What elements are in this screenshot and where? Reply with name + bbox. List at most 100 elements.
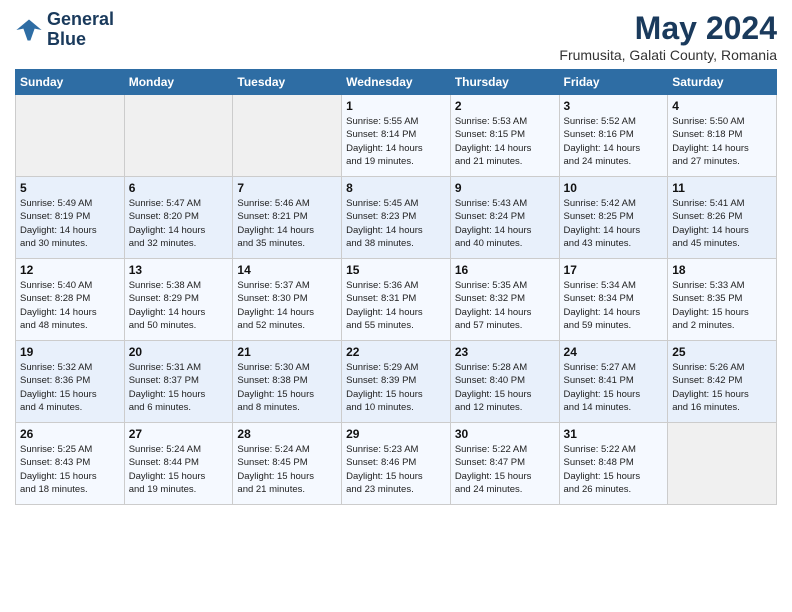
calendar-cell: 19 Sunrise: 5:32 AM Sunset: 8:36 PM Dayli… bbox=[16, 341, 125, 423]
day-number: 26 bbox=[20, 427, 120, 441]
day-info: Sunrise: 5:40 AM Sunset: 8:28 PM Dayligh… bbox=[20, 279, 120, 332]
calendar-cell: 30Sunrise: 5:22 AM Sunset: 8:47 PM Dayli… bbox=[450, 423, 559, 505]
calendar-cell: 11Sunrise: 5:41 AM Sunset: 8:26 PM Dayli… bbox=[668, 177, 777, 259]
calendar-cell bbox=[668, 423, 777, 505]
calendar-cell: 18 Sunrise: 5:33 AM Sunset: 8:35 PM Dayli… bbox=[668, 259, 777, 341]
day-number: 23 bbox=[455, 345, 555, 359]
day-info: Sunrise: 5:24 AM Sunset: 8:44 PM Dayligh… bbox=[129, 443, 229, 496]
calendar-cell: 20 Sunrise: 5:31 AM Sunset: 8:37 PM Dayli… bbox=[124, 341, 233, 423]
location-subtitle: Frumusita, Galati County, Romania bbox=[559, 47, 777, 63]
day-info: Sunrise: 5:38 AM Sunset: 8:29 PM Dayligh… bbox=[129, 279, 229, 332]
logo: General Blue bbox=[15, 10, 114, 50]
calendar-cell bbox=[124, 95, 233, 177]
day-number: 14 bbox=[237, 263, 337, 277]
day-number: 29 bbox=[346, 427, 446, 441]
calendar-table: SundayMondayTuesdayWednesdayThursdayFrid… bbox=[15, 69, 777, 505]
day-info: Sunrise: 5:22 AM Sunset: 8:48 PM Dayligh… bbox=[564, 443, 664, 496]
day-number: 9 bbox=[455, 181, 555, 195]
day-number: 15 bbox=[346, 263, 446, 277]
day-number: 27 bbox=[129, 427, 229, 441]
day-number: 19 bbox=[20, 345, 120, 359]
day-number: 31 bbox=[564, 427, 664, 441]
day-number: 2 bbox=[455, 99, 555, 113]
day-info: Sunrise: 5:35 AM Sunset: 8:32 PM Dayligh… bbox=[455, 279, 555, 332]
calendar-week-row: 5 Sunrise: 5:49 AM Sunset: 8:19 PM Daylig… bbox=[16, 177, 777, 259]
day-info: Sunrise: 5:46 AM Sunset: 8:21 PM Dayligh… bbox=[237, 197, 337, 250]
day-number: 16 bbox=[455, 263, 555, 277]
calendar-cell: 3 Sunrise: 5:52 AM Sunset: 8:16 PM Daylig… bbox=[559, 95, 668, 177]
calendar-cell: 25Sunrise: 5:26 AM Sunset: 8:42 PM Dayli… bbox=[668, 341, 777, 423]
calendar-cell: 14 Sunrise: 5:37 AM Sunset: 8:30 PM Dayli… bbox=[233, 259, 342, 341]
day-info: Sunrise: 5:27 AM Sunset: 8:41 PM Dayligh… bbox=[564, 361, 664, 414]
weekday-header-wednesday: Wednesday bbox=[342, 70, 451, 95]
day-number: 17 bbox=[564, 263, 664, 277]
weekday-header-friday: Friday bbox=[559, 70, 668, 95]
day-info: Sunrise: 5:34 AM Sunset: 8:34 PM Dayligh… bbox=[564, 279, 664, 332]
calendar-week-row: 1 Sunrise: 5:55 AM Sunset: 8:14 PM Daylig… bbox=[16, 95, 777, 177]
calendar-week-row: 19 Sunrise: 5:32 AM Sunset: 8:36 PM Dayli… bbox=[16, 341, 777, 423]
day-info: Sunrise: 5:36 AM Sunset: 8:31 PM Dayligh… bbox=[346, 279, 446, 332]
day-info: Sunrise: 5:49 AM Sunset: 8:19 PM Dayligh… bbox=[20, 197, 120, 250]
day-info: Sunrise: 5:23 AM Sunset: 8:46 PM Dayligh… bbox=[346, 443, 446, 496]
day-number: 3 bbox=[564, 99, 664, 113]
day-info: Sunrise: 5:47 AM Sunset: 8:20 PM Dayligh… bbox=[129, 197, 229, 250]
day-number: 12 bbox=[20, 263, 120, 277]
calendar-cell: 23 Sunrise: 5:28 AM Sunset: 8:40 PM Dayli… bbox=[450, 341, 559, 423]
day-info: Sunrise: 5:25 AM Sunset: 8:43 PM Dayligh… bbox=[20, 443, 120, 496]
calendar-cell: 1 Sunrise: 5:55 AM Sunset: 8:14 PM Daylig… bbox=[342, 95, 451, 177]
day-info: Sunrise: 5:53 AM Sunset: 8:15 PM Dayligh… bbox=[455, 115, 555, 168]
day-number: 13 bbox=[129, 263, 229, 277]
day-info: Sunrise: 5:31 AM Sunset: 8:37 PM Dayligh… bbox=[129, 361, 229, 414]
day-number: 1 bbox=[346, 99, 446, 113]
calendar-cell: 7Sunrise: 5:46 AM Sunset: 8:21 PM Daylig… bbox=[233, 177, 342, 259]
day-info: Sunrise: 5:22 AM Sunset: 8:47 PM Dayligh… bbox=[455, 443, 555, 496]
day-number: 10 bbox=[564, 181, 664, 195]
weekday-header-thursday: Thursday bbox=[450, 70, 559, 95]
day-info: Sunrise: 5:37 AM Sunset: 8:30 PM Dayligh… bbox=[237, 279, 337, 332]
day-number: 20 bbox=[129, 345, 229, 359]
title-block: May 2024 Frumusita, Galati County, Roman… bbox=[559, 10, 777, 63]
weekday-header-row: SundayMondayTuesdayWednesdayThursdayFrid… bbox=[16, 70, 777, 95]
calendar-cell: 8 Sunrise: 5:45 AM Sunset: 8:23 PM Daylig… bbox=[342, 177, 451, 259]
calendar-week-row: 26 Sunrise: 5:25 AM Sunset: 8:43 PM Dayli… bbox=[16, 423, 777, 505]
calendar-cell: 22Sunrise: 5:29 AM Sunset: 8:39 PM Dayli… bbox=[342, 341, 451, 423]
calendar-cell: 15 Sunrise: 5:36 AM Sunset: 8:31 PM Dayli… bbox=[342, 259, 451, 341]
calendar-cell bbox=[16, 95, 125, 177]
day-number: 4 bbox=[672, 99, 772, 113]
calendar-cell: 6 Sunrise: 5:47 AM Sunset: 8:20 PM Daylig… bbox=[124, 177, 233, 259]
calendar-cell: 17 Sunrise: 5:34 AM Sunset: 8:34 PM Dayli… bbox=[559, 259, 668, 341]
weekday-header-saturday: Saturday bbox=[668, 70, 777, 95]
calendar-cell bbox=[233, 95, 342, 177]
calendar-cell: 13 Sunrise: 5:38 AM Sunset: 8:29 PM Dayli… bbox=[124, 259, 233, 341]
day-number: 8 bbox=[346, 181, 446, 195]
day-number: 5 bbox=[20, 181, 120, 195]
day-info: Sunrise: 5:50 AM Sunset: 8:18 PM Dayligh… bbox=[672, 115, 772, 168]
day-info: Sunrise: 5:45 AM Sunset: 8:23 PM Dayligh… bbox=[346, 197, 446, 250]
day-number: 21 bbox=[237, 345, 337, 359]
logo-icon bbox=[15, 16, 43, 44]
weekday-header-tuesday: Tuesday bbox=[233, 70, 342, 95]
calendar-cell: 10 Sunrise: 5:42 AM Sunset: 8:25 PM Dayli… bbox=[559, 177, 668, 259]
day-info: Sunrise: 5:28 AM Sunset: 8:40 PM Dayligh… bbox=[455, 361, 555, 414]
month-year-title: May 2024 bbox=[559, 10, 777, 47]
calendar-cell: 5 Sunrise: 5:49 AM Sunset: 8:19 PM Daylig… bbox=[16, 177, 125, 259]
weekday-header-sunday: Sunday bbox=[16, 70, 125, 95]
day-number: 6 bbox=[129, 181, 229, 195]
day-number: 25 bbox=[672, 345, 772, 359]
day-number: 18 bbox=[672, 263, 772, 277]
day-info: Sunrise: 5:55 AM Sunset: 8:14 PM Dayligh… bbox=[346, 115, 446, 168]
day-number: 22 bbox=[346, 345, 446, 359]
day-info: Sunrise: 5:30 AM Sunset: 8:38 PM Dayligh… bbox=[237, 361, 337, 414]
calendar-cell: 26 Sunrise: 5:25 AM Sunset: 8:43 PM Dayli… bbox=[16, 423, 125, 505]
day-info: Sunrise: 5:42 AM Sunset: 8:25 PM Dayligh… bbox=[564, 197, 664, 250]
calendar-cell: 24Sunrise: 5:27 AM Sunset: 8:41 PM Dayli… bbox=[559, 341, 668, 423]
day-info: Sunrise: 5:41 AM Sunset: 8:26 PM Dayligh… bbox=[672, 197, 772, 250]
day-info: Sunrise: 5:33 AM Sunset: 8:35 PM Dayligh… bbox=[672, 279, 772, 332]
calendar-cell: 29 Sunrise: 5:23 AM Sunset: 8:46 PM Dayli… bbox=[342, 423, 451, 505]
day-info: Sunrise: 5:52 AM Sunset: 8:16 PM Dayligh… bbox=[564, 115, 664, 168]
page-header: General Blue May 2024 Frumusita, Galati … bbox=[15, 10, 777, 63]
day-info: Sunrise: 5:24 AM Sunset: 8:45 PM Dayligh… bbox=[237, 443, 337, 496]
calendar-cell: 16 Sunrise: 5:35 AM Sunset: 8:32 PM Dayli… bbox=[450, 259, 559, 341]
day-info: Sunrise: 5:32 AM Sunset: 8:36 PM Dayligh… bbox=[20, 361, 120, 414]
calendar-cell: 27 Sunrise: 5:24 AM Sunset: 8:44 PM Dayli… bbox=[124, 423, 233, 505]
